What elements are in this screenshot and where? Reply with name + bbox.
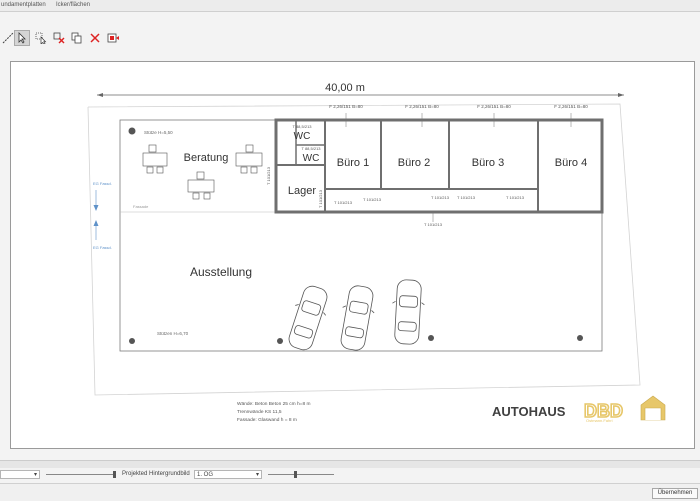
dimension-label: 40,00 m	[325, 82, 365, 94]
column	[129, 338, 135, 344]
column	[277, 338, 283, 344]
status-bar: Übernehmen	[0, 483, 700, 501]
tab-fundamentplatten[interactable]: undamentplatten	[1, 2, 46, 8]
door-label: T 101/213	[363, 197, 382, 202]
legend-walls: Wände: Beton Beton 25 cm h=8 m	[237, 401, 310, 407]
room-label-beratung: Beratung	[184, 152, 229, 164]
column	[428, 335, 434, 341]
ribbon-tabs: undamentplatten Icker/flächen	[0, 0, 700, 12]
apply-button[interactable]: Übernehmen	[652, 488, 698, 499]
level-marker: EG Fassd.	[93, 181, 112, 186]
background-opacity-slider-handle[interactable]	[294, 471, 297, 478]
copy-icon[interactable]	[69, 30, 85, 46]
door-label: T 88,5/213	[301, 146, 321, 151]
door-label: T 101/213	[318, 189, 323, 208]
column	[577, 335, 583, 341]
room-label-buero-2: Büro 2	[398, 157, 430, 169]
column	[128, 127, 136, 135]
window-label: F 2,26/151 B=80	[554, 104, 588, 109]
window-label: F 2,26/151 B=80	[405, 104, 439, 109]
floor-select-value: 1. OG	[197, 472, 214, 478]
svg-text:Ostmann.Fahrl: Ostmann.Fahrl	[586, 418, 613, 423]
door-label: T 101/213	[506, 195, 525, 200]
door-label: T 101/213	[266, 166, 271, 185]
column-note: Stützen H=6,70	[157, 331, 189, 336]
room-label-buero-4: Büro 4	[555, 157, 587, 169]
background-image-label: Projekted Hintergrundbild	[122, 471, 190, 477]
close-icon[interactable]	[87, 30, 103, 46]
door-label: T 101/213	[334, 200, 353, 205]
multi-select-icon[interactable]	[33, 30, 49, 46]
view-options-bar: ▾ Projekted Hintergrundbild 1. OG ▾	[0, 468, 700, 481]
room-label-wc: WC	[303, 153, 320, 164]
door-label: T 101/213	[431, 195, 450, 200]
background-opacity-slider[interactable]	[268, 474, 334, 475]
window-label: F 2,26/151 B=80	[477, 104, 511, 109]
drawing-canvas[interactable]: 40,00 m Beratung WC WC Büro 1 Büro 2 Bür…	[0, 52, 700, 456]
door-label: T 101/213	[424, 222, 443, 227]
room-label-buero-1: Büro 1	[337, 157, 369, 169]
chevron-down-icon: ▾	[33, 472, 37, 478]
floor-select[interactable]: 1. OG ▾	[194, 470, 262, 479]
car	[288, 285, 328, 351]
record-icon[interactable]	[105, 30, 121, 46]
room-label-buero-3: Büro 3	[472, 157, 504, 169]
toolbar	[0, 26, 700, 53]
delete-selected-icon[interactable]	[51, 30, 67, 46]
door-label: T 88,5/213	[292, 124, 312, 129]
layer-select[interactable]: ▾	[0, 470, 40, 479]
room-label-lager: Lager	[288, 185, 316, 197]
legend-partitions: Trennwände KS 11,5	[237, 409, 282, 415]
level-marker: EG Fassd.	[93, 245, 112, 250]
car	[340, 285, 375, 351]
room-label-wc: WC	[294, 131, 311, 142]
legend-facade: Fassade: Glaswand h = 8 m	[237, 417, 297, 423]
facade-note: Fassade	[133, 204, 149, 209]
room-label-ausstellung: Ausstellung	[190, 265, 252, 279]
door-label: T 101/213	[457, 195, 476, 200]
chevron-down-icon: ▾	[255, 472, 259, 478]
window-label: F 2,26/151 B=80	[329, 104, 363, 109]
opacity-slider[interactable]	[46, 474, 116, 475]
car	[392, 279, 425, 345]
dbd-logo-icon: DBD Ostmann.Fahrl	[583, 395, 666, 423]
column-note: Stütze H=5,50	[144, 130, 173, 135]
floor-plan: 40,00 m Beratung WC WC Büro 1 Büro 2 Bür…	[87, 82, 666, 423]
select-pointer-icon[interactable]	[14, 30, 30, 46]
logo-brand-text: AUTOHAUS	[492, 404, 566, 419]
tab-deckenflaechen[interactable]: Icker/flächen	[56, 2, 90, 8]
opacity-slider-handle[interactable]	[113, 471, 116, 478]
